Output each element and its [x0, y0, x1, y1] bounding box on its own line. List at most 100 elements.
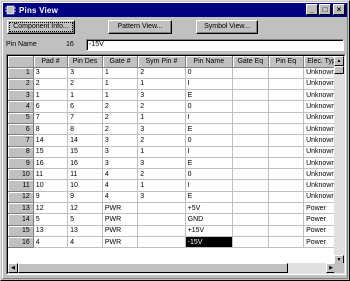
vertical-scroll-thumb[interactable]: [334, 66, 344, 74]
table-cell[interactable]: [232, 123, 269, 136]
table-cell[interactable]: +5V: [185, 202, 233, 215]
row-header[interactable]: 1: [8, 67, 34, 79]
table-cell[interactable]: 1: [137, 179, 186, 192]
table-cell[interactable]: 14: [33, 134, 69, 147]
table-cell[interactable]: 2: [102, 100, 139, 113]
symbol-view-button[interactable]: Symbol View...: [196, 20, 258, 34]
minimize-button[interactable]: _: [306, 4, 318, 15]
table-cell[interactable]: [268, 67, 305, 79]
table-row[interactable]: 8 15 15 3 1 I Unknown: [8, 146, 344, 158]
row-header[interactable]: 10: [8, 168, 34, 181]
row-header[interactable]: 4: [8, 100, 34, 113]
table-cell[interactable]: 2: [102, 112, 139, 124]
table-row[interactable]: 10 11 11 4 2 0 Unknown: [8, 168, 344, 181]
table-cell[interactable]: 1: [137, 146, 186, 158]
table-cell[interactable]: [268, 225, 305, 237]
table-cell[interactable]: 15: [67, 146, 103, 158]
table-cell[interactable]: [232, 179, 269, 192]
table-cell[interactable]: 13: [33, 225, 69, 237]
table-cell[interactable]: I: [185, 146, 233, 158]
table-row[interactable]: 16 4 4 PWR -15V Power: [8, 236, 344, 249]
table-cell[interactable]: 2: [137, 100, 186, 113]
table-cell[interactable]: 10: [67, 179, 103, 192]
table-cell[interactable]: 4: [102, 179, 139, 192]
table-cell[interactable]: [268, 157, 305, 170]
table-cell[interactable]: 11: [33, 168, 69, 181]
column-header[interactable]: Pin Des: [67, 56, 103, 68]
table-cell[interactable]: [232, 213, 269, 226]
table-row[interactable]: 15 13 13 PWR +15V Power: [8, 225, 344, 237]
table-cell[interactable]: PWR: [102, 213, 139, 226]
horizontal-scroll-thumb[interactable]: [18, 263, 288, 273]
table-row[interactable]: 2 2 2 1 1 I Unknown: [8, 78, 344, 91]
table-cell[interactable]: 0: [185, 67, 233, 79]
row-header[interactable]: 6: [8, 123, 34, 136]
table-cell[interactable]: I: [185, 112, 233, 124]
scroll-left-arrow-icon[interactable]: ◀: [8, 263, 18, 273]
table-cell[interactable]: 3: [67, 67, 103, 79]
table-cell[interactable]: 6: [33, 100, 69, 113]
table-cell[interactable]: 9: [67, 191, 103, 204]
table-cell[interactable]: 10: [33, 179, 69, 192]
table-cell[interactable]: I: [185, 179, 233, 192]
table-cell[interactable]: 7: [67, 112, 103, 124]
row-header[interactable]: 2: [8, 78, 34, 91]
pattern-view-button[interactable]: Pattern View...: [108, 20, 172, 34]
table-cell[interactable]: [268, 202, 305, 215]
table-cell[interactable]: E: [185, 123, 233, 136]
table-cell[interactable]: [232, 146, 269, 158]
table-cell[interactable]: 4: [33, 236, 69, 249]
table-cell[interactable]: [232, 191, 269, 204]
table-row[interactable]: 4 6 6 2 2 0 Unknown: [8, 100, 344, 113]
row-header[interactable]: 5: [8, 112, 34, 124]
table-cell[interactable]: [268, 146, 305, 158]
table-cell[interactable]: [268, 78, 305, 91]
table-cell[interactable]: 3: [137, 123, 186, 136]
row-header[interactable]: 11: [8, 179, 34, 192]
row-header[interactable]: 12: [8, 191, 34, 204]
table-cell[interactable]: [232, 78, 269, 91]
component-info-button[interactable]: Component Info...: [7, 20, 75, 34]
table-cell[interactable]: 14: [67, 134, 103, 147]
table-cell[interactable]: PWR: [102, 225, 139, 237]
table-cell[interactable]: [232, 100, 269, 113]
table-cell[interactable]: 4: [102, 168, 139, 181]
table-cell[interactable]: +15V: [185, 225, 233, 237]
table-cell[interactable]: [268, 191, 305, 204]
table-cell[interactable]: [268, 168, 305, 181]
table-corner-cell[interactable]: [8, 56, 34, 68]
row-header[interactable]: 13: [8, 202, 34, 215]
table-cell[interactable]: [137, 213, 186, 226]
row-header[interactable]: 7: [8, 134, 34, 147]
table-cell[interactable]: [137, 202, 186, 215]
table-row[interactable]: 14 5 5 PWR GND Power: [8, 213, 344, 226]
table-cell[interactable]: 3: [137, 89, 186, 102]
table-cell[interactable]: 6: [67, 100, 103, 113]
horizontal-scrollbar[interactable]: ◀ ▶: [8, 263, 336, 273]
pin-name-input[interactable]: -15V: [86, 39, 344, 51]
row-header[interactable]: 9: [8, 157, 34, 170]
table-cell[interactable]: 12: [67, 202, 103, 215]
table-cell[interactable]: [232, 67, 269, 79]
table-cell[interactable]: 3: [102, 157, 139, 170]
table-cell[interactable]: [137, 236, 186, 249]
table-cell[interactable]: [268, 89, 305, 102]
table-cell[interactable]: [268, 100, 305, 113]
table-cell[interactable]: 3: [137, 157, 186, 170]
table-cell[interactable]: 2: [67, 78, 103, 91]
table-cell[interactable]: 1: [67, 89, 103, 102]
table-cell[interactable]: [232, 134, 269, 147]
table-cell[interactable]: [268, 134, 305, 147]
table-cell[interactable]: 3: [33, 67, 69, 79]
table-row[interactable]: 12 9 9 4 3 E Unknown: [8, 191, 344, 204]
table-cell[interactable]: 1: [137, 112, 186, 124]
table-cell[interactable]: [137, 225, 186, 237]
row-header[interactable]: 16: [8, 236, 34, 249]
table-row[interactable]: 6 8 8 2 3 E Unknown: [8, 123, 344, 136]
vertical-scrollbar[interactable]: ▲ ▼: [334, 56, 344, 265]
table-cell[interactable]: 3: [102, 146, 139, 158]
table-cell[interactable]: 5: [33, 213, 69, 226]
table-cell[interactable]: 2: [33, 78, 69, 91]
table-cell[interactable]: [268, 112, 305, 124]
table-cell[interactable]: E: [185, 191, 233, 204]
